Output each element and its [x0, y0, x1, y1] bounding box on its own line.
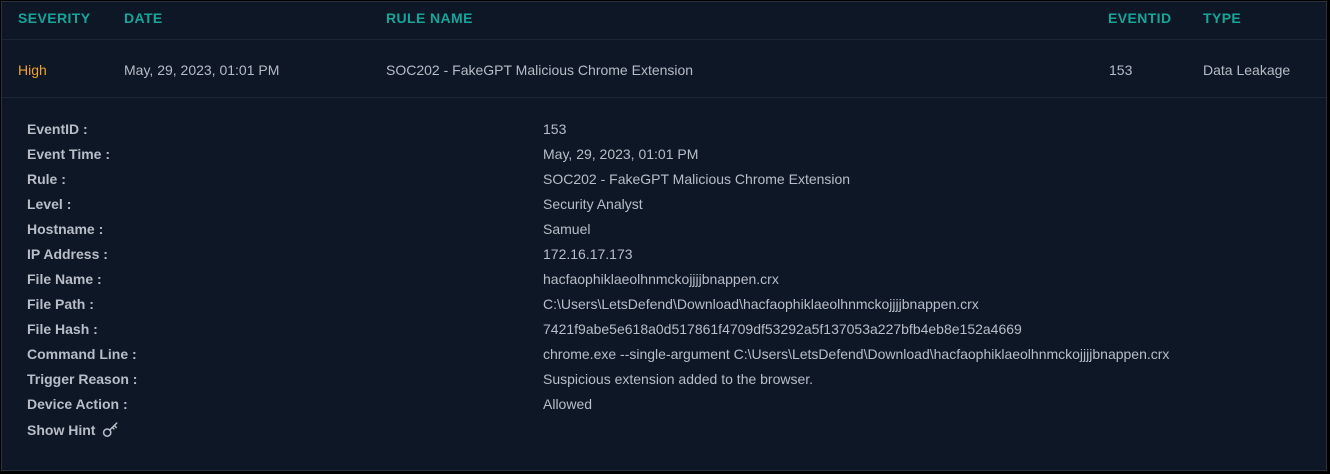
- detail-value-file-name: hacfaophiklaeolhnmckojjjjbnappen.crx: [543, 271, 779, 287]
- detail-value-file-hash: 7421f9abe5e618a0d517861f4709df53292a5f13…: [543, 321, 1022, 337]
- detail-label-level: Level :: [27, 196, 72, 212]
- detail-value-command-line: chrome.exe --single-argument C:\Users\Le…: [543, 346, 1170, 362]
- detail-label-command-line: Command Line :: [27, 346, 137, 362]
- column-header-eventid[interactable]: EVENTID: [1108, 10, 1171, 26]
- table-row[interactable]: High May, 29, 2023, 01:01 PM SOC202 - Fa…: [2, 40, 1326, 98]
- detail-label-rule: Rule :: [27, 171, 66, 187]
- event-detail-list: EventID : 153 Event Time : May, 29, 2023…: [2, 98, 1326, 470]
- event-date: May, 29, 2023, 01:01 PM: [124, 62, 280, 78]
- show-hint-label: Show Hint: [27, 421, 96, 438]
- show-hint-button[interactable]: Show Hint: [27, 421, 119, 438]
- column-header-type[interactable]: TYPE: [1203, 10, 1241, 26]
- detail-value-rule: SOC202 - FakeGPT Malicious Chrome Extens…: [543, 171, 851, 187]
- event-details-panel: SEVERITY DATE RULE NAME EVENTID TYPE Hig…: [1, 1, 1327, 471]
- column-header-severity[interactable]: SEVERITY: [18, 10, 90, 26]
- detail-label-file-name: File Name :: [27, 271, 102, 287]
- detail-value-trigger-reason: Suspicious extension added to the browse…: [543, 371, 814, 387]
- key-icon: [103, 422, 118, 437]
- column-header-rule-name[interactable]: RULE NAME: [386, 10, 473, 26]
- detail-label-hostname: Hostname :: [27, 221, 104, 237]
- detail-value-hostname: Samuel: [543, 221, 591, 237]
- table-header: SEVERITY DATE RULE NAME EVENTID TYPE: [2, 2, 1326, 40]
- column-header-date[interactable]: DATE: [124, 10, 163, 26]
- detail-label-event-time: Event Time :: [27, 146, 110, 162]
- rule-name: SOC202 - FakeGPT Malicious Chrome Extens…: [386, 62, 694, 78]
- detail-label-ip-address: IP Address :: [27, 246, 108, 262]
- event-type: Data Leakage: [1203, 62, 1291, 78]
- detail-label-file-hash: File Hash :: [27, 321, 98, 337]
- detail-value-ip-address: 172.16.17.173: [543, 246, 633, 262]
- detail-label-device-action: Device Action :: [27, 396, 128, 412]
- detail-label-trigger-reason: Trigger Reason :: [27, 371, 138, 387]
- event-id: 153: [1109, 62, 1133, 78]
- detail-value-eventid: 153: [543, 121, 567, 137]
- detail-value-level: Security Analyst: [543, 196, 643, 212]
- detail-value-device-action: Allowed: [543, 396, 593, 412]
- severity-badge: High: [18, 62, 47, 78]
- detail-label-eventid: EventID :: [27, 121, 88, 137]
- detail-value-file-path: C:\Users\LetsDefend\Download\hacfaophikl…: [543, 296, 979, 312]
- detail-label-file-path: File Path :: [27, 296, 94, 312]
- detail-value-event-time: May, 29, 2023, 01:01 PM: [543, 146, 699, 162]
